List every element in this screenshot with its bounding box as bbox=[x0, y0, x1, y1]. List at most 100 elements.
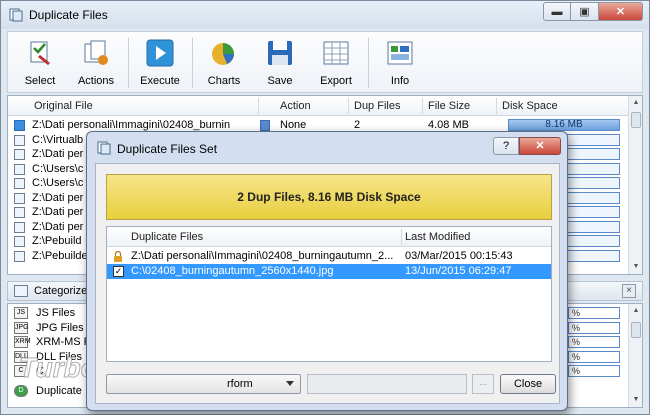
column-divider bbox=[401, 229, 402, 245]
dialog-body: 2 Dup Files, 8.16 MB Disk Space Duplicat… bbox=[95, 163, 560, 404]
category-label: JPG Files bbox=[36, 321, 84, 334]
help-button[interactable]: ? bbox=[493, 137, 519, 155]
categorize-icon bbox=[14, 285, 28, 297]
original-file-cell: Z:\Dati personali\Immagini\02408_burnin bbox=[32, 119, 231, 131]
target-field[interactable] bbox=[307, 374, 467, 394]
info-button[interactable]: Info bbox=[372, 36, 428, 90]
close-window-button[interactable]: ✕ bbox=[599, 2, 643, 21]
execute-icon bbox=[146, 39, 174, 67]
file-icon bbox=[14, 250, 25, 262]
select-icon bbox=[30, 41, 50, 66]
browse-button[interactable]: ... bbox=[472, 374, 494, 394]
execute-label: Execute bbox=[140, 75, 180, 87]
percent-bar: % bbox=[568, 307, 620, 319]
select-label: Select bbox=[24, 75, 56, 87]
column-divider bbox=[258, 98, 259, 114]
close-button[interactable]: Close bbox=[500, 374, 556, 394]
dup-list-header: Duplicate Files Last Modified bbox=[107, 227, 551, 247]
original-file-cell: Z:\Dati per bbox=[32, 191, 84, 204]
app-icon bbox=[9, 8, 23, 22]
list-scrollbar[interactable]: ▲ ▼ bbox=[628, 96, 642, 274]
scroll-thumb[interactable] bbox=[631, 112, 641, 128]
lock-icon bbox=[114, 251, 122, 262]
window-title: Duplicate Files bbox=[29, 8, 108, 22]
category-label: JS Files bbox=[36, 307, 76, 319]
export-button[interactable]: Export bbox=[308, 36, 364, 90]
original-file-cell: Z:\Dati per bbox=[32, 148, 84, 160]
list-header: Original File Action Dup Files File Size… bbox=[8, 96, 630, 116]
scroll-thumb[interactable] bbox=[631, 322, 641, 338]
dialog-title-bar: Duplicate Files Set ? ✕ bbox=[87, 132, 567, 162]
file-icon bbox=[14, 221, 25, 233]
column-original-file[interactable]: Original File bbox=[34, 100, 93, 112]
scroll-down-arrow[interactable]: ▼ bbox=[629, 260, 642, 274]
duplicate-file-cell: C:\02408_burningautumn_2560x1440.jpg bbox=[131, 265, 334, 277]
percent-bar: % bbox=[568, 336, 620, 348]
column-file-size[interactable]: File Size bbox=[428, 100, 470, 112]
table-row-selected[interactable]: ✓ C:\02408_burningautumn_2560x1440.jpg 1… bbox=[107, 264, 551, 279]
execute-button[interactable]: Execute bbox=[132, 36, 188, 90]
column-divider bbox=[422, 98, 423, 114]
actions-label: Actions bbox=[77, 75, 115, 87]
file-icon bbox=[14, 236, 25, 247]
percent-bar: % bbox=[568, 321, 620, 334]
duplicate-files-set-dialog: Duplicate Files Set ? ✕ 2 Dup Files, 8.1… bbox=[86, 131, 568, 411]
original-file-cell: Z:\Pebuild bbox=[32, 235, 82, 247]
save-button[interactable]: Save bbox=[252, 36, 308, 90]
column-dup-files[interactable]: Dup Files bbox=[354, 100, 400, 112]
scroll-up-arrow[interactable]: ▲ bbox=[629, 96, 642, 110]
file-icon bbox=[14, 163, 25, 175]
column-divider bbox=[348, 98, 349, 114]
file-icon bbox=[14, 134, 25, 146]
scroll-up-arrow[interactable]: ▲ bbox=[629, 304, 642, 318]
percent-bar: % bbox=[568, 365, 620, 377]
toolbar: Select Actions Execute Charts Save Expor… bbox=[7, 31, 643, 93]
original-file-cell: C:\Users\c bbox=[32, 162, 84, 175]
actions-icon bbox=[84, 40, 108, 65]
summary-text: 2 Dup Files, 8.16 MB Disk Space bbox=[237, 190, 421, 204]
charts-button[interactable]: Charts bbox=[196, 36, 252, 90]
column-duplicate-files[interactable]: Duplicate Files bbox=[131, 231, 203, 243]
column-last-modified[interactable]: Last Modified bbox=[405, 231, 470, 243]
minimize-icon: ▬ bbox=[551, 5, 563, 18]
dialog-title: Duplicate Files Set bbox=[117, 142, 218, 156]
scroll-down-arrow[interactable]: ▼ bbox=[629, 393, 642, 407]
summary-banner: 2 Dup Files, 8.16 MB Disk Space bbox=[106, 174, 552, 220]
charts-icon bbox=[212, 43, 234, 65]
title-bar: Duplicate Files ▬ ▣ ✕ bbox=[1, 1, 649, 29]
row-checkbox[interactable]: ✓ bbox=[113, 266, 124, 277]
column-action[interactable]: Action bbox=[280, 100, 311, 112]
actions-button[interactable]: Actions bbox=[68, 36, 124, 90]
help-icon: ? bbox=[502, 140, 510, 152]
table-row[interactable]: Z:\Dati personali\Immagini\02408_burning… bbox=[107, 249, 551, 264]
column-disk-space[interactable]: Disk Space bbox=[502, 100, 558, 112]
export-icon bbox=[323, 41, 349, 65]
maximize-button[interactable]: ▣ bbox=[571, 2, 599, 21]
toolbar-separator bbox=[128, 38, 129, 88]
maximize-icon: ▣ bbox=[579, 6, 590, 18]
chevron-down-icon bbox=[286, 381, 294, 386]
toolbar-separator bbox=[368, 38, 369, 88]
close-icon: ✕ bbox=[615, 6, 626, 18]
save-label: Save bbox=[267, 75, 293, 87]
categorize-close-button[interactable]: × bbox=[622, 284, 636, 298]
dialog-footer: rform ... Close bbox=[106, 372, 556, 396]
perform-dropdown[interactable]: rform bbox=[106, 374, 301, 394]
action-icon bbox=[260, 120, 270, 131]
minimize-button[interactable]: ▬ bbox=[543, 2, 571, 21]
dup-files-cell: 2 bbox=[354, 119, 361, 131]
perform-dropdown-label: rform bbox=[227, 378, 253, 390]
original-file-cell: Z:\Pebuilde bbox=[32, 249, 88, 262]
window-controls: ▬ ▣ ✕ bbox=[543, 2, 643, 21]
export-label: Export bbox=[320, 75, 352, 87]
column-divider bbox=[496, 98, 497, 114]
original-file-cell: Z:\Dati per bbox=[32, 220, 84, 233]
last-modified-cell: 03/Mar/2015 00:15:43 bbox=[405, 250, 513, 262]
disk-space-bar: 8.16 MB bbox=[508, 119, 620, 131]
select-button[interactable]: Select bbox=[12, 36, 68, 90]
last-modified-cell: 13/Jun/2015 06:29:47 bbox=[405, 265, 512, 277]
duplicate-files-list: Duplicate Files Last Modified Z:\Dati pe… bbox=[106, 226, 552, 362]
original-file-cell: C:\Users\c bbox=[32, 177, 84, 189]
dialog-close-x-button[interactable]: ✕ bbox=[519, 137, 561, 155]
categorize-scrollbar[interactable]: ▲ ▼ bbox=[628, 304, 642, 407]
